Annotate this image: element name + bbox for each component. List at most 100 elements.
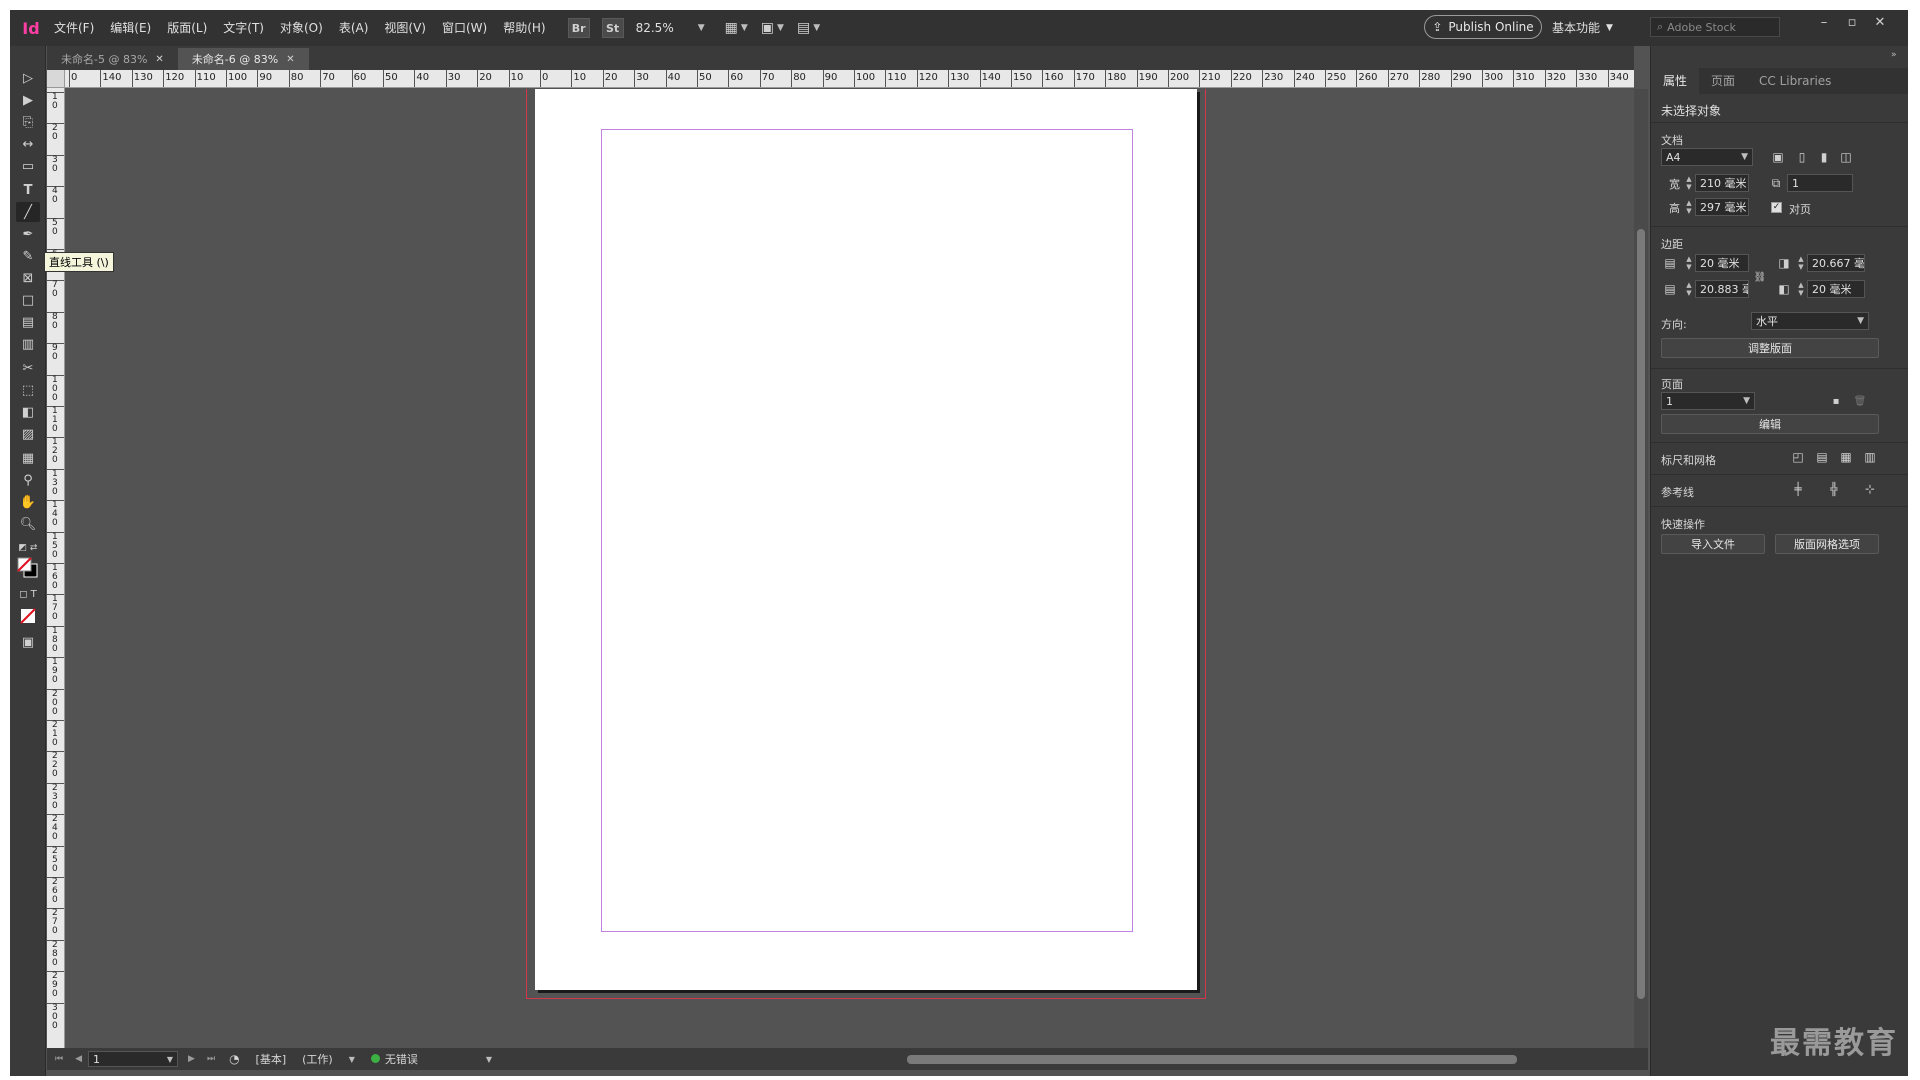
document-page[interactable]: [535, 89, 1197, 990]
pages-count-input[interactable]: 1: [1787, 174, 1853, 192]
rulers-icon[interactable]: ◰: [1789, 448, 1807, 466]
vertical-grid-tool-icon[interactable]: ▥: [16, 334, 40, 354]
pasteboard[interactable]: [66, 89, 1634, 1048]
import-file-button[interactable]: 导入文件: [1661, 534, 1765, 554]
page-tool-icon[interactable]: ⎘: [16, 112, 40, 132]
menu-object[interactable]: 对象(O): [272, 10, 331, 46]
page-select[interactable]: 1 ▼: [1661, 392, 1755, 410]
view-options-icon[interactable]: ▦: [725, 20, 738, 36]
zoom-dropdown-icon[interactable]: ▼: [698, 23, 705, 33]
scissors-tool-icon[interactable]: ✂: [16, 358, 40, 378]
tab-document-6[interactable]: 未命名-6 @ 83% ✕: [177, 48, 309, 70]
tab-cc-libraries[interactable]: CC Libraries: [1747, 68, 1843, 94]
orientation-portrait-icon[interactable]: ▯: [1793, 148, 1811, 166]
last-page-icon[interactable]: ⏭: [207, 1054, 215, 1064]
bridge-button[interactable]: Br: [567, 18, 590, 38]
hand-tool-icon[interactable]: ✋: [16, 492, 40, 512]
publish-online-button[interactable]: ⇪ Publish Online: [1424, 15, 1542, 39]
menu-type[interactable]: 文字(T): [215, 10, 272, 46]
collapse-panel-icon[interactable]: »: [1891, 50, 1897, 60]
ruler-origin[interactable]: [47, 70, 65, 88]
stock-button[interactable]: St: [601, 18, 624, 38]
rectangle-tool-icon[interactable]: □: [16, 290, 40, 310]
selection-tool-icon[interactable]: ▷: [16, 68, 40, 88]
menu-edit[interactable]: 编辑(E): [102, 10, 159, 46]
chevron-down-icon[interactable]: ▼: [349, 1055, 355, 1064]
page-number-field[interactable]: 1 ▼: [88, 1051, 179, 1067]
line-tool-icon[interactable]: ╱: [16, 202, 40, 222]
document-setup-icon[interactable]: ▣: [1769, 148, 1787, 166]
close-icon[interactable]: ✕: [286, 54, 294, 65]
preflight-menu-chevron-icon[interactable]: ▼: [486, 1055, 492, 1064]
fill-stroke-swatch-icon[interactable]: [16, 557, 40, 578]
tab-pages[interactable]: 页面: [1699, 68, 1747, 94]
margin-top-stepper-icon[interactable]: ▲ ▼: [1683, 254, 1695, 272]
minimize-icon[interactable]: –: [1810, 10, 1838, 34]
previous-page-icon[interactable]: ◀: [75, 1054, 82, 1064]
smart-guides-icon[interactable]: ⊹: [1861, 480, 1879, 498]
menu-layout[interactable]: 版面(L): [159, 10, 215, 46]
facing-pages-checkbox[interactable]: ✓: [1771, 202, 1782, 213]
new-page-icon[interactable]: ▪: [1827, 392, 1845, 410]
screen-mode-normal-icon[interactable]: ▣: [16, 632, 40, 652]
margin-top-input[interactable]: 20 毫米: [1695, 254, 1749, 272]
type-tool-icon[interactable]: T: [16, 180, 40, 200]
gradient-feather-tool-icon[interactable]: ▨: [16, 424, 40, 444]
horizontal-grid-tool-icon[interactable]: ▤: [16, 312, 40, 332]
orientation-select[interactable]: 水平 ▼: [1751, 312, 1869, 330]
width-input[interactable]: 210 毫米: [1695, 174, 1749, 192]
close-icon[interactable]: ✕: [1866, 10, 1894, 34]
margin-outside-input[interactable]: 20 毫米: [1807, 280, 1865, 298]
edit-page-button[interactable]: 编辑: [1661, 414, 1879, 434]
formatting-affects-icon[interactable]: ◻ T: [16, 584, 40, 604]
adobe-stock-search[interactable]: ⌕ Adobe Stock: [1650, 17, 1780, 37]
rectangle-frame-tool-icon[interactable]: ⊠: [16, 268, 40, 288]
gradient-swatch-tool-icon[interactable]: ◧: [16, 402, 40, 422]
view-options-chevron-icon[interactable]: ▼: [741, 23, 748, 33]
default-colors-icon[interactable]: ◩ ⇄: [16, 538, 40, 558]
document-grid-icon[interactable]: ▦: [1837, 448, 1855, 466]
direct-selection-tool-icon[interactable]: ▶: [16, 90, 40, 110]
page-size-select[interactable]: A4 ▼: [1661, 148, 1753, 166]
note-tool-icon[interactable]: ▦: [16, 448, 40, 468]
margin-inside-input[interactable]: 20.667 毫: [1807, 254, 1865, 272]
eyedropper-tool-icon[interactable]: ⚲: [16, 470, 40, 490]
next-page-icon[interactable]: ▶: [188, 1054, 195, 1064]
baseline-grid-icon[interactable]: ▤: [1813, 448, 1831, 466]
orientation-landscape-icon[interactable]: ▮: [1815, 148, 1833, 166]
zoom-level[interactable]: 82.5%: [636, 21, 674, 35]
link-margins-icon[interactable]: ⛓: [1751, 268, 1769, 286]
free-transform-tool-icon[interactable]: ⬚: [16, 380, 40, 400]
delete-page-icon[interactable]: 🗑︎: [1851, 392, 1869, 410]
menu-file[interactable]: 文件(F): [46, 10, 102, 46]
margin-bottom-input[interactable]: 20.883 毫: [1695, 280, 1749, 298]
workspace-switcher[interactable]: 基本功能 ▼: [1552, 10, 1613, 46]
horizontal-ruler[interactable]: 0 140 130 120 110 100 90 80 70 60 50 40 30 20 10 0 10 20 3…: [65, 70, 1634, 88]
binding-icon[interactable]: ◫: [1837, 148, 1855, 166]
height-stepper-icon[interactable]: ▲ ▼: [1683, 198, 1695, 216]
tab-document-5[interactable]: 未命名-5 @ 83% ✕: [47, 48, 178, 70]
margin-outside-stepper-icon[interactable]: ▲ ▼: [1795, 280, 1807, 298]
width-stepper-icon[interactable]: ▲ ▼: [1683, 174, 1695, 192]
open-document-icon[interactable]: ◔: [229, 1052, 239, 1066]
preflight-status[interactable]: 无错误: [370, 1051, 418, 1067]
arrange-documents-icon[interactable]: ▤: [797, 20, 810, 36]
close-icon[interactable]: ✕: [155, 54, 163, 65]
adjust-layout-button[interactable]: 调整版面: [1661, 338, 1879, 358]
margin-inside-stepper-icon[interactable]: ▲ ▼: [1795, 254, 1807, 272]
vertical-scroll-thumb[interactable]: [1637, 229, 1645, 999]
vertical-ruler[interactable]: 1020304050607080901001101201301401501601…: [47, 88, 65, 1048]
menu-table[interactable]: 表(A): [331, 10, 377, 46]
screen-mode-chevron-icon[interactable]: ▼: [777, 23, 784, 33]
layout-grid-icon[interactable]: ▥: [1861, 448, 1879, 466]
layout-grid-options-button[interactable]: 版面网格选项: [1775, 534, 1879, 554]
apply-none-icon[interactable]: [16, 606, 40, 626]
menu-help[interactable]: 帮助(H): [495, 10, 553, 46]
pen-tool-icon[interactable]: ✒: [16, 224, 40, 244]
maximize-icon[interactable]: ▫: [1838, 10, 1866, 34]
vertical-scrollbar[interactable]: [1634, 89, 1648, 1048]
menu-view[interactable]: 视图(V): [376, 10, 434, 46]
arrange-chevron-icon[interactable]: ▼: [813, 23, 820, 33]
horizontal-scroll-thumb[interactable]: [907, 1055, 1517, 1064]
menu-window[interactable]: 窗口(W): [434, 10, 495, 46]
